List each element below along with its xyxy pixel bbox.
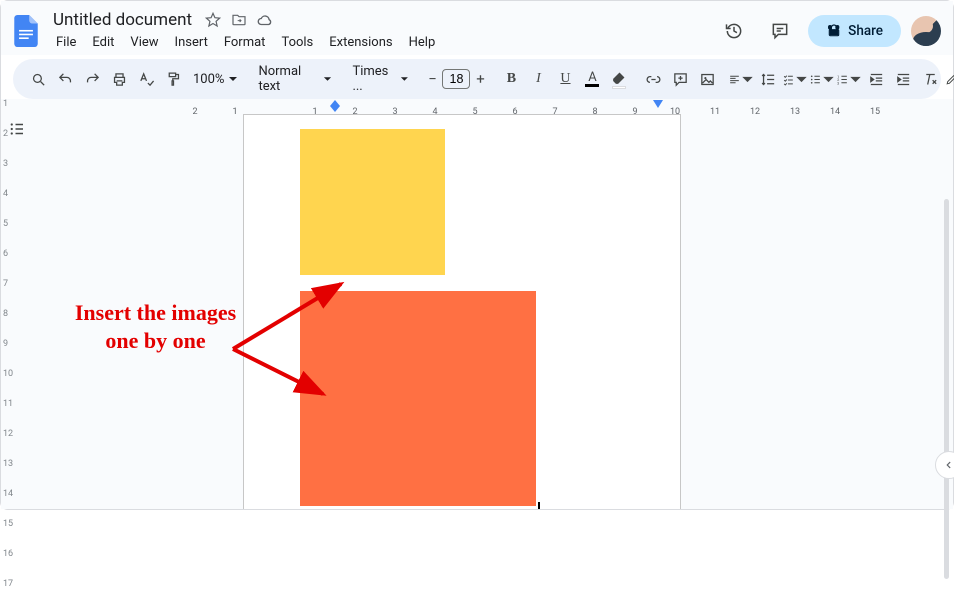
checklist-icon[interactable] xyxy=(782,66,808,92)
undo-icon[interactable] xyxy=(52,66,78,92)
menu-format[interactable]: Format xyxy=(217,33,273,52)
horizontal-ruler: 21123456789101112131415 xyxy=(65,99,937,114)
indent-marker-right[interactable] xyxy=(653,100,663,112)
menu-edit[interactable]: Edit xyxy=(85,33,121,52)
zoom-select[interactable]: 100% xyxy=(187,66,244,92)
add-comment-icon[interactable] xyxy=(667,66,693,92)
menu-view[interactable]: View xyxy=(123,33,165,52)
italic-icon[interactable]: I xyxy=(525,66,551,92)
share-label: Share xyxy=(848,23,883,39)
menu-tools[interactable]: Tools xyxy=(274,33,320,52)
underline-icon[interactable]: U xyxy=(552,66,578,92)
styles-select[interactable]: Normal text xyxy=(252,66,338,92)
link-icon[interactable] xyxy=(640,66,666,92)
font-size-input[interactable] xyxy=(442,69,470,89)
avatar[interactable] xyxy=(911,16,941,46)
text-cursor xyxy=(538,502,540,509)
highlight-icon[interactable] xyxy=(606,66,632,92)
search-icon[interactable] xyxy=(25,66,51,92)
text-color-icon[interactable]: A xyxy=(579,66,605,92)
redo-icon[interactable] xyxy=(79,66,105,92)
align-icon[interactable] xyxy=(728,66,754,92)
inserted-image-2[interactable] xyxy=(300,291,536,506)
svg-text:3: 3 xyxy=(838,80,840,85)
clear-format-icon[interactable] xyxy=(917,66,943,92)
bullet-list-icon[interactable] xyxy=(809,66,835,92)
increase-font-icon[interactable]: + xyxy=(470,68,490,90)
docs-logo[interactable] xyxy=(13,13,41,49)
annotation-text: Insert the images one by one xyxy=(73,299,238,354)
share-button[interactable]: Share xyxy=(808,15,901,47)
menu-help[interactable]: Help xyxy=(402,33,443,52)
doc-title[interactable]: Untitled document xyxy=(49,10,196,30)
vertical-ruler: 1234567891011121314151617 xyxy=(1,114,15,509)
decrease-font-icon[interactable]: − xyxy=(422,68,442,90)
menu-extensions[interactable]: Extensions xyxy=(322,33,399,52)
inserted-image-1[interactable] xyxy=(300,129,445,275)
insert-image-icon[interactable] xyxy=(694,66,720,92)
star-icon[interactable] xyxy=(204,11,222,29)
line-spacing-icon[interactable] xyxy=(755,66,781,92)
comment-icon[interactable] xyxy=(762,13,798,49)
history-icon[interactable] xyxy=(716,13,752,49)
toolbar: 100% Normal text Times ... − + B I U A 1… xyxy=(13,59,941,99)
numbered-list-icon[interactable]: 123 xyxy=(836,66,862,92)
menu-bar: File Edit View Insert Format Tools Exten… xyxy=(49,31,716,53)
scrollbar[interactable] xyxy=(944,199,949,579)
increase-indent-icon[interactable] xyxy=(890,66,916,92)
paint-format-icon[interactable] xyxy=(160,66,186,92)
bold-icon[interactable]: B xyxy=(498,66,524,92)
cloud-icon[interactable] xyxy=(256,11,274,29)
move-icon[interactable] xyxy=(230,11,248,29)
print-icon[interactable] xyxy=(106,66,132,92)
menu-insert[interactable]: Insert xyxy=(168,33,215,52)
menu-file[interactable]: File xyxy=(49,33,83,52)
document-page[interactable] xyxy=(243,114,681,509)
editing-mode-icon[interactable] xyxy=(945,66,954,92)
decrease-indent-icon[interactable] xyxy=(863,66,889,92)
spellcheck-icon[interactable] xyxy=(133,66,159,92)
font-select[interactable]: Times ... xyxy=(346,66,414,92)
indent-marker-left[interactable] xyxy=(330,100,340,112)
